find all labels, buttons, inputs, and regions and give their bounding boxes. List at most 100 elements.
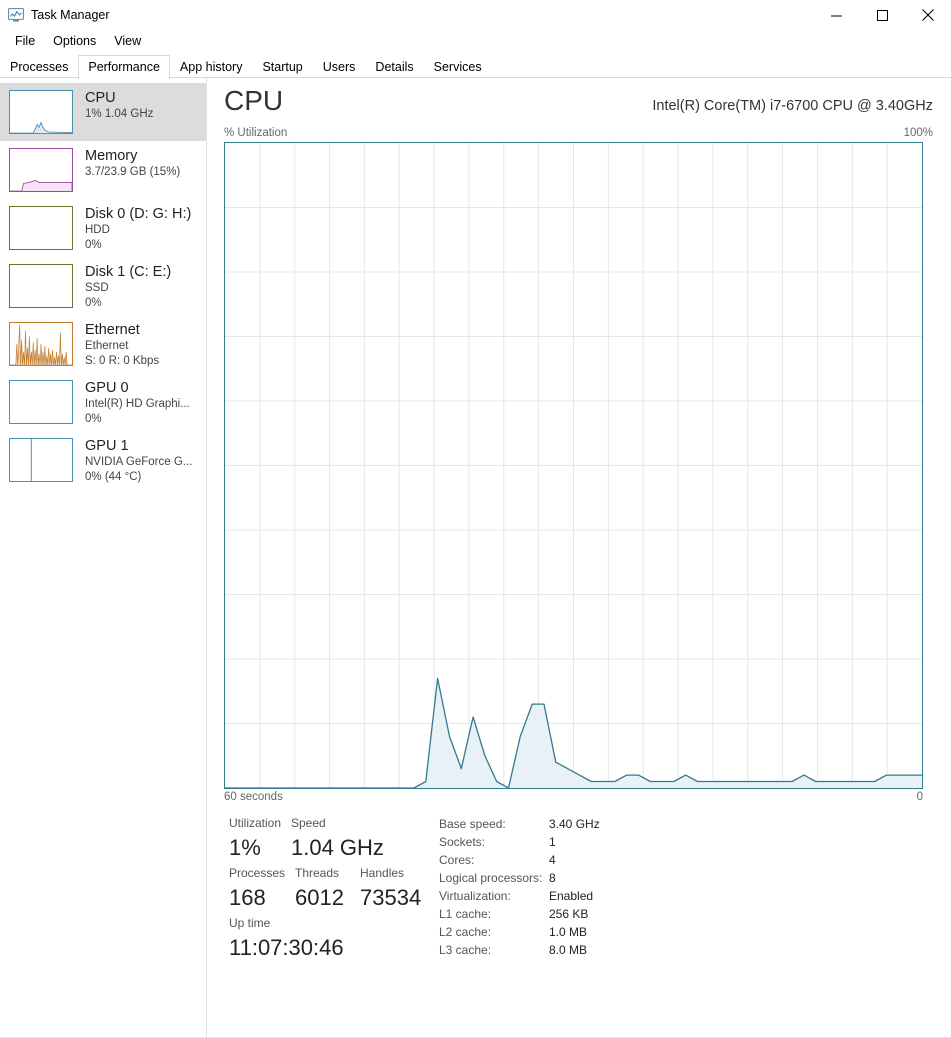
sidebar-ethernet-sub2: S: 0 R: 0 Kbps <box>85 355 160 367</box>
stats-row-utilization-speed: Utilization 1% Speed 1.04 GHz <box>229 813 439 863</box>
memory-thumbnail-graph <box>9 148 73 192</box>
graph-top-axis: % Utilization 100% <box>224 126 951 142</box>
cpu-model-name: Intel(R) Core(TM) i7-6700 CPU @ 3.40GHz <box>652 98 933 114</box>
info-key: Sockets: <box>439 835 486 849</box>
tab-details[interactable]: Details <box>365 55 423 78</box>
info-key: Virtualization: <box>439 889 511 903</box>
info-value: 8 <box>549 871 556 885</box>
cpu-info-list: Base speed: 3.40 GHz Sockets: 1 Cores: 4… <box>439 813 951 963</box>
sidebar-disk0-title: Disk 0 (D: G: H:) <box>85 206 192 222</box>
tab-users[interactable]: Users <box>313 55 366 78</box>
cpu-detail-panel: CPU Intel(R) Core(TM) i7-6700 CPU @ 3.40… <box>207 78 951 1038</box>
sidebar-ethernet-sub1: Ethernet <box>85 340 129 352</box>
info-value: Enabled <box>549 889 594 903</box>
x-axis-label: 60 seconds <box>224 791 283 803</box>
stat-utilization-value: 1% <box>229 835 261 860</box>
minimize-button[interactable] <box>813 0 859 30</box>
stat-processes-value: 168 <box>229 885 266 910</box>
sidebar-disk1-title: Disk 1 (C: E:) <box>85 264 172 280</box>
info-key: L3 cache: <box>439 943 492 957</box>
sidebar-item-gpu0[interactable]: GPU 0 Intel(R) HD Graphi... 0% <box>0 373 206 431</box>
tab-bar: Processes Performance App history Startu… <box>0 52 951 79</box>
sidebar-gpu0-sub1: Intel(R) HD Graphi... <box>85 398 190 410</box>
sidebar-disk1-sub1: SSD <box>85 282 109 294</box>
sidebar-ethernet-text: Ethernet Ethernet S: 0 R: 0 Kbps <box>85 322 159 369</box>
menu-options[interactable]: Options <box>44 33 105 50</box>
gpu1-thumbnail-graph <box>9 438 73 482</box>
cpu-utilization-graph <box>224 142 923 789</box>
menu-bar: File Options View <box>0 30 951 52</box>
gpu0-thumbnail-graph <box>9 380 73 424</box>
info-value: 256 KB <box>549 907 589 921</box>
info-row: Cores: 4 <box>439 851 951 869</box>
resource-sidebar: CPU 1% 1.04 GHz Memory 3.7/23.9 GB (15%) <box>0 78 207 1038</box>
disk1-thumbnail-graph <box>9 264 73 308</box>
stat-speed-label: Speed <box>291 816 326 830</box>
info-row: Base speed: 3.40 GHz <box>439 815 951 833</box>
stat-utilization-label: Utilization <box>229 816 282 830</box>
info-key: Logical processors: <box>439 871 543 885</box>
tab-processes[interactable]: Processes <box>0 55 78 78</box>
stat-speed-value: 1.04 GHz <box>291 835 384 860</box>
sidebar-memory-sub: 3.7/23.9 GB (15%) <box>85 166 181 178</box>
sidebar-cpu-sub: 1% 1.04 GHz <box>85 108 154 120</box>
content-area: CPU 1% 1.04 GHz Memory 3.7/23.9 GB (15%) <box>0 78 951 1038</box>
stat-utilization: Utilization 1% <box>229 813 291 863</box>
info-value: 8.0 MB <box>549 943 588 957</box>
menu-file[interactable]: File <box>6 33 44 50</box>
stat-handles: Handles 73534 <box>360 863 421 913</box>
sidebar-item-ethernet[interactable]: Ethernet Ethernet S: 0 R: 0 Kbps <box>0 315 206 373</box>
cpu-stats: Utilization 1% Speed 1.04 GHz Processes … <box>224 813 951 963</box>
sidebar-ethernet-title: Ethernet <box>85 322 140 338</box>
sidebar-item-cpu[interactable]: CPU 1% 1.04 GHz <box>0 83 206 141</box>
stat-handles-label: Handles <box>360 866 405 880</box>
sidebar-disk0-sub1: HDD <box>85 224 110 236</box>
title-bar: Task Manager <box>0 0 951 30</box>
close-button[interactable] <box>905 0 951 30</box>
sidebar-gpu0-sub2: 0% <box>85 413 102 425</box>
info-value: 1.0 MB <box>549 925 588 939</box>
cpu-header: CPU Intel(R) Core(TM) i7-6700 CPU @ 3.40… <box>224 84 951 124</box>
sidebar-item-gpu1[interactable]: GPU 1 NVIDIA GeForce G... 0% (44 °C) <box>0 431 206 489</box>
info-row: Virtualization: Enabled <box>439 887 951 905</box>
window-title: Task Manager <box>31 7 110 22</box>
tab-performance[interactable]: Performance <box>78 55 170 79</box>
menu-view[interactable]: View <box>105 33 150 50</box>
tab-services[interactable]: Services <box>424 55 492 78</box>
sidebar-disk1-text: Disk 1 (C: E:) SSD 0% <box>85 264 171 311</box>
disk0-thumbnail-graph <box>9 206 73 250</box>
tab-startup[interactable]: Startup <box>252 55 312 78</box>
sidebar-cpu-text: CPU 1% 1.04 GHz <box>85 90 153 122</box>
info-key: L1 cache: <box>439 907 492 921</box>
sidebar-item-memory[interactable]: Memory 3.7/23.9 GB (15%) <box>0 141 206 199</box>
sidebar-item-disk0[interactable]: Disk 0 (D: G: H:) HDD 0% <box>0 199 206 257</box>
info-row: L2 cache: 1.0 MB <box>439 923 951 941</box>
info-row: Logical processors: 8 <box>439 869 951 887</box>
y-axis-label: % Utilization <box>224 127 288 139</box>
y-axis-max-label: 100% <box>903 127 933 139</box>
stat-uptime: Up time 11:07:30:46 <box>229 913 439 963</box>
info-row: L3 cache: 8.0 MB <box>439 941 951 959</box>
sidebar-gpu1-title: GPU 1 <box>85 438 129 454</box>
info-row: L1 cache: 256 KB <box>439 905 951 923</box>
cpu-graph-svg <box>225 143 922 788</box>
task-manager-icon <box>8 7 24 23</box>
sidebar-gpu0-title: GPU 0 <box>85 380 129 396</box>
ethernet-thumbnail-graph <box>9 322 73 366</box>
info-row: Sockets: 1 <box>439 833 951 851</box>
info-value: 4 <box>549 853 556 867</box>
sidebar-gpu1-sub2: 0% (44 °C) <box>85 471 142 483</box>
stat-uptime-value: 11:07:30:46 <box>229 935 344 960</box>
window-controls <box>813 0 951 30</box>
sidebar-item-disk1[interactable]: Disk 1 (C: E:) SSD 0% <box>0 257 206 315</box>
stat-threads: Threads 6012 <box>295 863 360 913</box>
page-title: CPU <box>224 85 284 116</box>
sidebar-memory-text: Memory 3.7/23.9 GB (15%) <box>85 148 180 180</box>
sidebar-cpu-title: CPU <box>85 90 116 106</box>
sidebar-gpu1-text: GPU 1 NVIDIA GeForce G... 0% (44 °C) <box>85 438 192 485</box>
maximize-button[interactable] <box>859 0 905 30</box>
tab-app-history[interactable]: App history <box>170 55 253 78</box>
cpu-thumbnail-graph <box>9 90 73 134</box>
stat-speed: Speed 1.04 GHz <box>291 813 384 863</box>
info-key: Base speed: <box>439 817 506 831</box>
